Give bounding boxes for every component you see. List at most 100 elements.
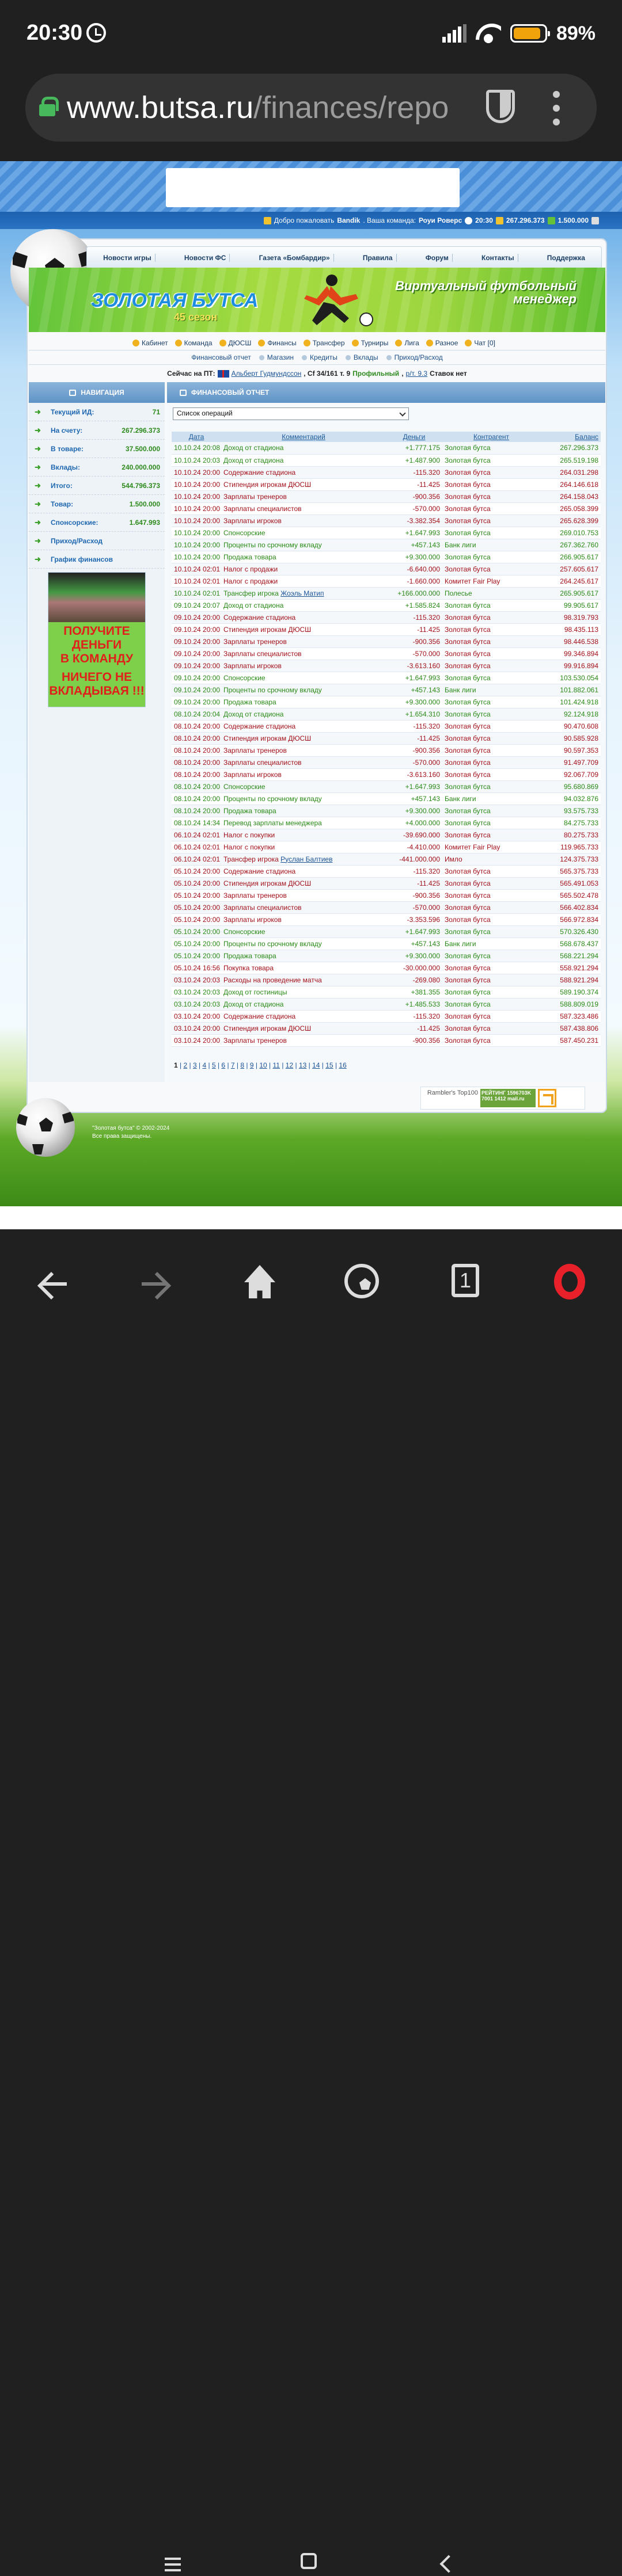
nav-cabinet[interactable]: Кабинет: [132, 339, 168, 347]
nav-misc[interactable]: Разное: [426, 339, 458, 347]
row-counterparty: Золотая бутса: [442, 877, 540, 890]
sidebar-item-income-expense[interactable]: ➜ Приход/Расход: [29, 532, 165, 550]
sidebar-item-total: ➜ Итого: 544.796.373: [29, 477, 165, 495]
table-row: 10.10.24 02:01 Налог с продажи -6.640.000 З…: [172, 563, 601, 576]
finance-table: Дата Комментарий Деньги Контрагент Балан…: [172, 432, 601, 1047]
nav-chat[interactable]: Чат [0]: [465, 339, 495, 347]
sidebar-item-goods: ➜ Товар: 1.500.000: [29, 495, 165, 513]
row-comment: Спонсорские: [221, 672, 386, 684]
column-counterparty[interactable]: Контрагент: [442, 432, 540, 442]
nav-team[interactable]: Команда: [175, 339, 213, 347]
row-date: 10.10.24 20:00: [172, 539, 221, 551]
home-square-icon[interactable]: [301, 2553, 317, 2569]
page-link[interactable]: 14: [312, 1061, 320, 1069]
nav-tournaments[interactable]: Турниры: [352, 339, 389, 347]
tabs-icon[interactable]: 1: [452, 1264, 479, 1297]
subnav-shop[interactable]: Магазин: [259, 353, 294, 361]
arrow-right-icon: ➜: [35, 407, 41, 416]
page-link[interactable]: 5: [212, 1061, 216, 1069]
table-row: 08.10.24 20:04 Доход от стадиона +1.654.31…: [172, 708, 601, 721]
player-link[interactable]: Руслан Балтиев: [280, 855, 332, 863]
row-counterparty: Золотая бутса: [442, 466, 540, 479]
row-comment: Содержание стадиона: [221, 1010, 386, 1023]
menu-newspaper[interactable]: Газета «Бомбардир»: [256, 254, 334, 262]
row-balance: 264.158.043: [540, 490, 601, 503]
column-date[interactable]: Дата: [172, 432, 221, 442]
page-link[interactable]: 7: [231, 1061, 235, 1069]
page-link[interactable]: 11: [273, 1061, 280, 1069]
menu-contacts[interactable]: Контакты: [478, 254, 518, 262]
lock-icon[interactable]: [39, 97, 59, 116]
more-vert-icon[interactable]: [553, 91, 560, 125]
back-icon[interactable]: [32, 1264, 73, 1304]
scroll-top-icon[interactable]: [538, 1089, 556, 1107]
column-balance[interactable]: Баланс: [540, 432, 601, 442]
menu-forum[interactable]: Форум: [422, 254, 453, 262]
column-comment[interactable]: Комментарий: [221, 432, 386, 442]
sidebar-ad[interactable]: ПОЛУЧИТЕ ДЕНЬГИ В КОМАНДУ НИЧЕГО НЕ ВКЛА…: [48, 572, 146, 707]
ad-placeholder[interactable]: [166, 168, 460, 207]
sidebar-item-finance-chart[interactable]: ➜ График финансов: [29, 550, 165, 569]
row-counterparty: Золотая бутса: [442, 635, 540, 648]
row-comment: Стипендия игрокам ДЮСШ: [221, 732, 386, 745]
subnav-report[interactable]: Финансовый отчет: [191, 353, 251, 361]
mailru-counter[interactable]: РЕЙТИНГ 1596703K 7001 1412 mail.ru: [480, 1089, 536, 1107]
menu-game-news[interactable]: Новости игры: [100, 254, 156, 262]
player-link[interactable]: Жоэль Матип: [280, 589, 324, 597]
report-type-select[interactable]: Список операций: [173, 407, 409, 420]
team-name[interactable]: Роуи Роверс: [419, 216, 462, 224]
row-balance: 269.010.753: [540, 527, 601, 539]
home-icon[interactable]: [240, 1264, 280, 1304]
calculator-icon[interactable]: [591, 216, 599, 224]
username[interactable]: Bandik: [337, 216, 360, 224]
site-banner[interactable]: ЗОЛОТАЯ БУТСА 45 сезон Виртуальный футбо…: [29, 268, 605, 332]
row-counterparty: Золотая бутса: [442, 805, 540, 817]
forward-icon[interactable]: [136, 1264, 176, 1304]
row-counterparty: Золотая бутса: [442, 454, 540, 467]
page-link[interactable]: 13: [299, 1061, 306, 1069]
row-money: -30.000.000: [386, 962, 442, 974]
rt-link[interactable]: р/т. 9.3: [406, 369, 428, 378]
nav-transfer[interactable]: Трансфер: [304, 339, 345, 347]
row-money: -570.000: [386, 756, 442, 769]
menu-fs-news[interactable]: Новости ФС: [181, 254, 230, 262]
page-link[interactable]: 12: [286, 1061, 293, 1069]
shield-icon[interactable]: [486, 90, 515, 123]
table-row: 03.10.24 20:00 Содержание стадиона -115.32…: [172, 1010, 601, 1023]
table-row: 10.10.24 20:00 Зарплаты тренеров -900.356 З…: [172, 490, 601, 503]
opera-icon[interactable]: [554, 1264, 585, 1300]
subnav-deposits[interactable]: Вклады: [346, 353, 378, 361]
table-row: 09.10.24 20:00 Зарплаты специалистов -570.…: [172, 647, 601, 660]
url-text[interactable]: www.butsa.ru/finances/repo: [67, 90, 493, 125]
nav-finances[interactable]: Финансы: [258, 339, 296, 347]
page-link[interactable]: 16: [339, 1061, 346, 1069]
page-link[interactable]: 15: [325, 1061, 333, 1069]
nav-league[interactable]: Лига: [395, 339, 419, 347]
table-row: 10.10.24 20:00 Стипендия игрокам ДЮСШ -11.…: [172, 478, 601, 491]
banner-season: 45 сезон: [174, 311, 218, 323]
system-back-icon[interactable]: [435, 2553, 458, 2576]
pagination: 1 | 2 | 3 | 4 | 5 | 6 | 7 | 8 | 9 | 10 |…: [174, 1061, 347, 1069]
soccer-ball-icon[interactable]: [344, 1264, 379, 1298]
menu-support[interactable]: Поддержка: [544, 254, 589, 262]
row-money: -11.425: [386, 478, 442, 491]
subnav-income-expense[interactable]: Приход/Расход: [386, 353, 443, 361]
player-link[interactable]: Альберт Гудмундссон: [232, 369, 302, 378]
row-date: 03.10.24 20:00: [172, 1010, 221, 1023]
address-bar[interactable]: www.butsa.ru/finances/repo: [25, 74, 597, 142]
subnav-credits[interactable]: Кредиты: [302, 353, 337, 361]
page-link[interactable]: 3: [193, 1061, 197, 1069]
row-money: +457.143: [386, 792, 442, 805]
arrow-right-icon: ➜: [35, 554, 41, 563]
nav-youth[interactable]: ДЮСШ: [219, 339, 252, 347]
row-counterparty: Золотая бутса: [442, 950, 540, 962]
rambler-counter[interactable]: Rambler's Top100: [423, 1089, 478, 1107]
row-counterparty: Комитет Fair Play: [442, 841, 540, 853]
menu-icon[interactable]: [162, 2553, 185, 2576]
page-link[interactable]: 10: [259, 1061, 267, 1069]
row-balance: 565.375.733: [540, 865, 601, 878]
row-money: -11.425: [386, 1022, 442, 1035]
menu-rules[interactable]: Правила: [359, 254, 397, 262]
page-link[interactable]: 9: [250, 1061, 254, 1069]
column-money[interactable]: Деньги: [386, 432, 442, 442]
